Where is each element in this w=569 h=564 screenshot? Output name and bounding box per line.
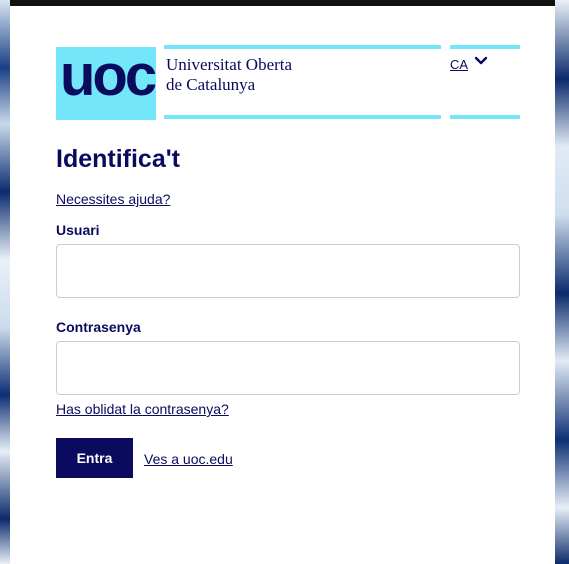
background-right-strip bbox=[555, 0, 569, 564]
login-panel: uoc Universitat Oberta de Catalunya CA I… bbox=[10, 6, 555, 564]
university-name: Universitat Oberta de Catalunya bbox=[166, 55, 292, 95]
header-rule-top bbox=[164, 45, 441, 49]
chevron-down-icon[interactable] bbox=[473, 54, 489, 68]
university-name-line1: Universitat Oberta bbox=[166, 55, 293, 74]
login-screen: uoc Universitat Oberta de Catalunya CA I… bbox=[0, 0, 569, 564]
username-label: Usuari bbox=[56, 222, 100, 238]
password-input[interactable] bbox=[56, 341, 520, 395]
help-link[interactable]: Necessites ajuda? bbox=[56, 191, 170, 207]
header-rule-bottom bbox=[164, 115, 441, 119]
uoc-logo: uoc bbox=[56, 47, 156, 120]
go-to-uoc-link[interactable]: Ves a uoc.edu bbox=[144, 451, 233, 467]
forgot-password-link[interactable]: Has oblidat la contrasenya? bbox=[56, 401, 229, 417]
university-name-line2: de Catalunya bbox=[166, 75, 256, 94]
login-button[interactable]: Entra bbox=[56, 438, 133, 478]
background-left-strip bbox=[0, 0, 10, 564]
password-label: Contrasenya bbox=[56, 319, 141, 335]
username-input[interactable] bbox=[56, 244, 520, 298]
lang-rule-top bbox=[450, 45, 520, 49]
page-title: Identifica't bbox=[56, 145, 181, 173]
lang-rule-bottom bbox=[450, 115, 520, 119]
language-selector[interactable]: CA bbox=[450, 57, 468, 72]
logo-text: uoc bbox=[60, 47, 156, 108]
